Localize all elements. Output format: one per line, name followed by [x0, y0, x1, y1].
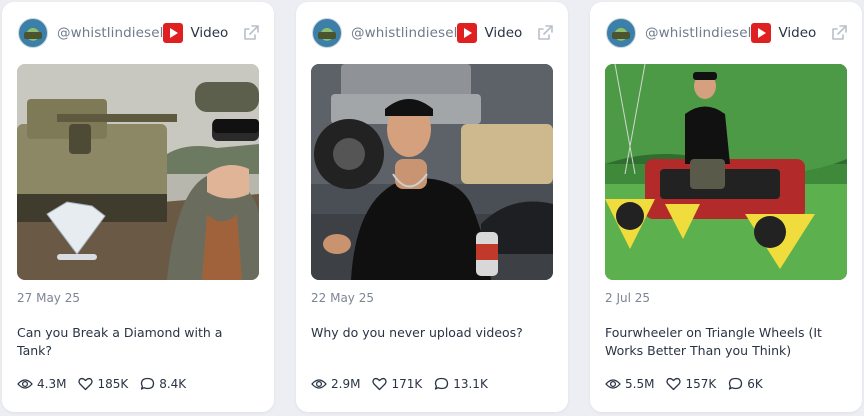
external-link-icon[interactable] — [242, 24, 260, 42]
eye-icon — [17, 379, 33, 389]
channel-handle[interactable]: @whistlindiesel — [57, 25, 163, 41]
heart-icon — [666, 377, 682, 391]
card-header: @whistlindiesel Video — [606, 18, 848, 48]
eye-icon — [311, 379, 327, 389]
card-header: @whistlindiesel Video — [312, 18, 554, 48]
youtube-icon — [163, 23, 184, 43]
likes-stat: 171K — [372, 377, 422, 391]
views-count: 4.3M — [37, 377, 67, 391]
card-header: @whistlindiesel Video — [18, 18, 260, 48]
post-card[interactable]: @whistlindiesel Video 2 Jul 25 Fourwheel… — [590, 2, 862, 412]
eye-icon — [605, 379, 621, 389]
platform-label: Video — [484, 25, 523, 41]
views-stat: 4.3M — [17, 377, 66, 391]
platform-label: Video — [778, 25, 817, 41]
comments-stat: 8.4K — [140, 377, 186, 391]
video-title[interactable]: Why do you never upload videos? — [311, 324, 554, 342]
engagement-stats: 4.3M 185K 8.4K — [17, 377, 198, 391]
post-date: 27 May 25 — [17, 291, 80, 305]
comments-count: 13.1K — [453, 377, 488, 391]
views-count: 2.9M — [331, 377, 361, 391]
avatar[interactable] — [312, 18, 342, 48]
post-card[interactable]: @whistlindiesel Video 22 May 25 Why do y… — [296, 2, 568, 412]
comment-icon — [729, 377, 743, 390]
channel-handle[interactable]: @whistlindiesel — [645, 25, 751, 41]
video-thumbnail[interactable] — [605, 64, 847, 280]
heart-icon — [372, 377, 388, 391]
video-title[interactable]: Fourwheeler on Triangle Wheels (It Works… — [605, 324, 848, 360]
post-date: 22 May 25 — [311, 291, 374, 305]
post-card[interactable]: @whistlindiesel Video 27 May 25 Can you … — [2, 2, 274, 412]
views-stat: 2.9M — [311, 377, 360, 391]
engagement-stats: 5.5M 157K 6K — [605, 377, 775, 391]
comments-count: 6K — [747, 377, 763, 391]
channel-handle[interactable]: @whistlindiesel — [351, 25, 457, 41]
views-stat: 5.5M — [605, 377, 654, 391]
comments-stat: 13.1K — [434, 377, 488, 391]
likes-stat: 185K — [78, 377, 128, 391]
post-date: 2 Jul 25 — [605, 291, 651, 305]
video-title[interactable]: Can you Break a Diamond with a Tank? — [17, 324, 260, 360]
youtube-icon — [751, 23, 772, 43]
youtube-icon — [457, 23, 478, 43]
avatar[interactable] — [606, 18, 636, 48]
external-link-icon[interactable] — [830, 24, 848, 42]
avatar[interactable] — [18, 18, 48, 48]
likes-count: 185K — [97, 377, 129, 391]
engagement-stats: 2.9M 171K 13.1K — [311, 377, 500, 391]
comments-count: 8.4K — [159, 377, 187, 391]
comment-icon — [141, 377, 155, 390]
video-thumbnail[interactable] — [17, 64, 259, 280]
likes-count: 171K — [391, 377, 423, 391]
platform-label: Video — [190, 25, 229, 41]
external-link-icon[interactable] — [536, 24, 554, 42]
likes-stat: 157K — [666, 377, 716, 391]
comments-stat: 6K — [728, 377, 763, 391]
likes-count: 157K — [685, 377, 717, 391]
video-thumbnail[interactable] — [311, 64, 553, 280]
comment-icon — [435, 377, 449, 390]
heart-icon — [78, 377, 94, 391]
views-count: 5.5M — [625, 377, 655, 391]
